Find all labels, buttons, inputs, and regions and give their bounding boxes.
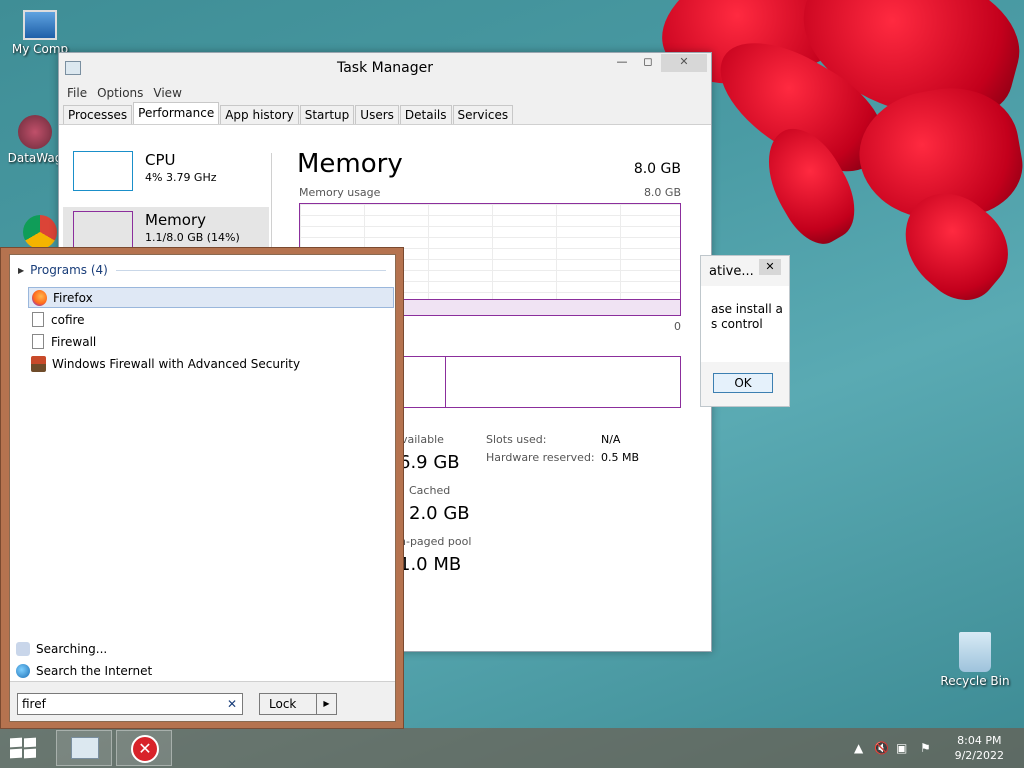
memory-usage-label: Memory usage: [299, 186, 381, 199]
graph-zero-label: 0: [674, 320, 681, 333]
dialog-ok-button[interactable]: OK: [713, 373, 773, 393]
desktop-icon-my-computer[interactable]: My Comp: [5, 10, 75, 56]
expand-triangle-icon: ▶: [18, 265, 25, 275]
program-item-firefox[interactable]: Firefox: [28, 287, 394, 308]
programs-group-header[interactable]: ▶ Programs (4): [18, 263, 386, 277]
recycle-bin-icon: [959, 632, 991, 672]
menu-bar: File Options View: [59, 83, 711, 103]
slots-used-value: N/A: [601, 433, 621, 446]
tab-performance[interactable]: Performance: [133, 102, 220, 124]
background-dialog: ative... ✕ ase install a s control OK: [700, 255, 790, 407]
datawag-icon: [18, 115, 52, 149]
program-item-windows-firewall[interactable]: Windows Firewall with Advanced Security: [28, 353, 394, 374]
volume-muted-icon[interactable]: 🔇: [874, 741, 889, 755]
maximize-button[interactable]: ◻: [635, 54, 661, 72]
file-icon: [32, 334, 44, 349]
start-search-input[interactable]: firef ✕: [17, 693, 243, 715]
desktop-icon-recycle-bin[interactable]: Recycle Bin: [940, 632, 1010, 688]
memory-thumbnail-graph: [73, 211, 133, 251]
searching-status: Searching...: [16, 642, 107, 656]
cached-label: Cached: [409, 484, 451, 497]
minimize-button[interactable]: —: [609, 54, 635, 72]
system-tray: ▲ 🔇 ▣ ⚑ 8:04 PM 9/2/2022: [824, 728, 1024, 768]
close-button[interactable]: ✕: [661, 54, 707, 72]
clock[interactable]: 8:04 PM 9/2/2022: [955, 733, 1004, 763]
title-bar[interactable]: Task Manager — ◻ ✕: [59, 53, 711, 83]
tab-bar: Processes Performance App history Startu…: [59, 102, 711, 125]
start-menu: ▶ Programs (4) Firefox cofire Firewall W…: [0, 247, 404, 729]
firewall-icon: [31, 355, 46, 372]
search-results-pane: ▶ Programs (4) Firefox cofire Firewall W…: [9, 254, 396, 722]
taskbar: ✕ ▲ 🔇 ▣ ⚑ 8:04 PM 9/2/2022: [0, 728, 1024, 768]
task-manager-icon: [71, 737, 99, 759]
searching-icon: [16, 642, 30, 656]
error-icon: ✕: [131, 735, 159, 763]
available-value: 6.9 GB: [399, 452, 460, 473]
search-row: firef ✕ Lock ▶: [10, 681, 395, 721]
available-label: vailable: [401, 433, 444, 446]
globe-icon: [16, 664, 30, 678]
tab-users[interactable]: Users: [355, 105, 399, 124]
search-internet-link[interactable]: Search the Internet: [16, 664, 152, 678]
tab-processes[interactable]: Processes: [63, 105, 133, 124]
hardware-reserved-value: 0.5 MB: [601, 451, 640, 464]
program-item-firewall[interactable]: Firewall: [28, 331, 394, 352]
resource-cpu[interactable]: CPU 4% 3.79 GHz: [63, 147, 269, 205]
cached-value: 2.0 GB: [409, 503, 470, 524]
power-options-arrow-icon[interactable]: ▶: [316, 694, 336, 714]
tab-details[interactable]: Details: [399, 105, 452, 124]
menu-options[interactable]: Options: [93, 86, 147, 100]
nonpaged-label: n-paged pool: [399, 535, 472, 548]
clear-search-icon[interactable]: ✕: [227, 697, 237, 711]
file-icon: [32, 312, 44, 327]
dialog-message: ase install a s control: [701, 286, 789, 362]
slots-used-label: Slots used:: [486, 433, 547, 446]
lock-button[interactable]: Lock ▶: [259, 693, 337, 715]
nonpaged-value: 1.0 MB: [399, 554, 462, 575]
computer-icon: [23, 10, 57, 40]
dialog-close-button[interactable]: ✕: [759, 259, 781, 275]
cpu-thumbnail-graph: [73, 151, 133, 191]
show-hidden-icons-icon[interactable]: ▲: [854, 741, 863, 755]
taskbar-error-app[interactable]: ✕: [116, 730, 172, 766]
header-rule: [115, 269, 386, 271]
start-button[interactable]: [8, 737, 40, 760]
memory-usage-max: 8.0 GB: [643, 186, 681, 199]
firefox-icon: [32, 289, 47, 306]
hardware-reserved-label: Hardware reserved:: [486, 451, 595, 464]
memory-total: 8.0 GB: [633, 161, 681, 177]
windows-logo-icon: [10, 737, 22, 748]
action-center-icon[interactable]: ⚑: [920, 741, 931, 755]
program-item-cofire[interactable]: cofire: [28, 309, 394, 330]
menu-view[interactable]: View: [149, 86, 185, 100]
tab-startup[interactable]: Startup: [299, 105, 355, 124]
memory-heading: Memory: [297, 149, 403, 179]
menu-file[interactable]: File: [63, 86, 91, 100]
tab-app-history[interactable]: App history: [220, 105, 299, 124]
chrome-icon: [23, 215, 57, 249]
taskbar-task-manager[interactable]: [56, 730, 112, 766]
tab-services[interactable]: Services: [452, 105, 514, 124]
network-icon[interactable]: ▣: [896, 741, 907, 755]
